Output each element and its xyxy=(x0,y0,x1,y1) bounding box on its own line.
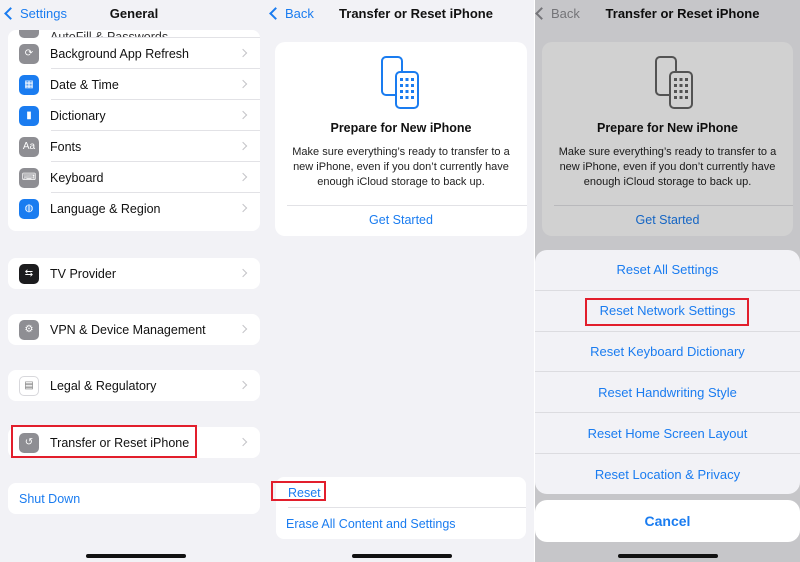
page-title: Transfer or Reset iPhone xyxy=(339,6,493,21)
refresh-icon: ⟳ xyxy=(19,43,39,64)
chevron-right-icon xyxy=(238,203,248,213)
get-started-button[interactable]: Get Started xyxy=(275,213,527,227)
shut-down-button[interactable]: Shut Down xyxy=(8,483,260,514)
reset-home-screen-layout-button[interactable]: Reset Home Screen Layout xyxy=(535,413,800,454)
reset-options-panel: Back Transfer or Reset iPhone Prepare fo… xyxy=(535,0,800,562)
document-icon: ▤ xyxy=(19,375,39,396)
calendar-icon: ▦ xyxy=(19,74,39,95)
list-item-label: TV Provider xyxy=(50,266,116,281)
list-item-label: Legal & Regulatory xyxy=(50,378,157,393)
list-item-label: Keyboard xyxy=(50,170,104,185)
list-item-label: VPN & Device Management xyxy=(50,322,206,337)
highlight-box xyxy=(271,481,326,501)
list-item-label: Date & Time xyxy=(50,77,119,92)
highlight-box xyxy=(11,425,197,458)
list-item-keyboard[interactable]: ⌨ Keyboard xyxy=(8,162,260,193)
settings-group-shutdown: Shut Down xyxy=(8,483,260,514)
list-item-label: Background App Refresh xyxy=(50,46,189,61)
chevron-right-icon xyxy=(238,110,248,120)
list-item-label: Dictionary xyxy=(50,108,106,123)
divider xyxy=(287,205,527,206)
chevron-right-icon xyxy=(238,437,248,447)
globe-icon: ◍ xyxy=(19,198,39,219)
list-item-background-app-refresh[interactable]: ⟳ Background App Refresh xyxy=(8,38,260,69)
list-item-fonts[interactable]: Aa Fonts xyxy=(8,131,260,162)
transfer-reset-panel: Back Transfer or Reset iPhone Prepare fo… xyxy=(268,0,534,562)
erase-all-button[interactable]: Erase All Content and Settings xyxy=(276,508,526,539)
key-icon xyxy=(19,30,39,38)
cancel-button[interactable]: Cancel xyxy=(535,500,800,542)
card-description: Make sure everything’s ready to transfer… xyxy=(292,146,510,188)
book-icon: ▮ xyxy=(19,105,39,126)
list-item-tv-provider[interactable]: ⇆ TV Provider xyxy=(8,258,260,289)
page-title: General xyxy=(109,6,159,21)
transfer-phones-icon xyxy=(381,56,419,109)
reset-keyboard-dictionary-button[interactable]: Reset Keyboard Dictionary xyxy=(535,332,800,373)
list-item-date-time[interactable]: ▦ Date & Time xyxy=(8,69,260,100)
chevron-right-icon xyxy=(238,380,248,390)
list-item-language-region[interactable]: ◍ Language & Region xyxy=(8,193,260,224)
nav-bar: Settings General xyxy=(0,0,268,30)
card-title: Prepare for New iPhone xyxy=(330,121,472,135)
fonts-icon: Aa xyxy=(19,136,39,157)
home-indicator xyxy=(618,554,718,558)
prepare-card: Prepare for New iPhone Make sure everyth… xyxy=(275,42,527,236)
chevron-right-icon xyxy=(238,172,248,182)
home-indicator xyxy=(352,554,452,558)
list-item-label: Language & Region xyxy=(50,201,161,216)
list-item-dictionary[interactable]: ▮ Dictionary xyxy=(8,100,260,131)
chevron-right-icon xyxy=(238,324,248,334)
shut-down-label: Shut Down xyxy=(19,491,81,506)
settings-group-vpn: ⚙ VPN & Device Management xyxy=(8,314,260,345)
settings-group-1: AutoFill & Passwords ⟳ Background App Re… xyxy=(8,30,260,231)
reset-handwriting-style-button[interactable]: Reset Handwriting Style xyxy=(535,372,800,414)
general-settings-panel: Settings General AutoFill & Passwords ⟳ … xyxy=(0,0,268,562)
nav-bar: Back Transfer or Reset iPhone xyxy=(268,0,534,30)
reset-location-privacy-button[interactable]: Reset Location & Privacy xyxy=(535,454,800,494)
chevron-right-icon xyxy=(238,79,248,89)
chevron-right-icon xyxy=(238,268,248,278)
reset-all-settings-button[interactable]: Reset All Settings xyxy=(535,250,800,291)
gear-icon: ⚙ xyxy=(19,319,39,340)
reset-action-sheet: Reset All Settings Reset Network Setting… xyxy=(535,250,800,494)
erase-label: Erase All Content and Settings xyxy=(286,516,456,531)
keyboard-icon: ⌨ xyxy=(19,167,39,188)
highlight-box xyxy=(585,298,749,326)
settings-group-tv: ⇆ TV Provider xyxy=(8,258,260,289)
tv-provider-icon: ⇆ xyxy=(19,263,39,284)
chevron-right-icon xyxy=(238,48,248,58)
list-item-label: Fonts xyxy=(50,139,82,154)
list-item-vpn[interactable]: ⚙ VPN & Device Management xyxy=(8,314,260,345)
list-item-legal[interactable]: ▤ Legal & Regulatory xyxy=(8,370,260,401)
settings-group-legal: ▤ Legal & Regulatory xyxy=(8,370,260,401)
home-indicator xyxy=(86,554,186,558)
chevron-right-icon xyxy=(238,141,248,151)
list-item-autofill[interactable]: AutoFill & Passwords xyxy=(8,30,260,38)
